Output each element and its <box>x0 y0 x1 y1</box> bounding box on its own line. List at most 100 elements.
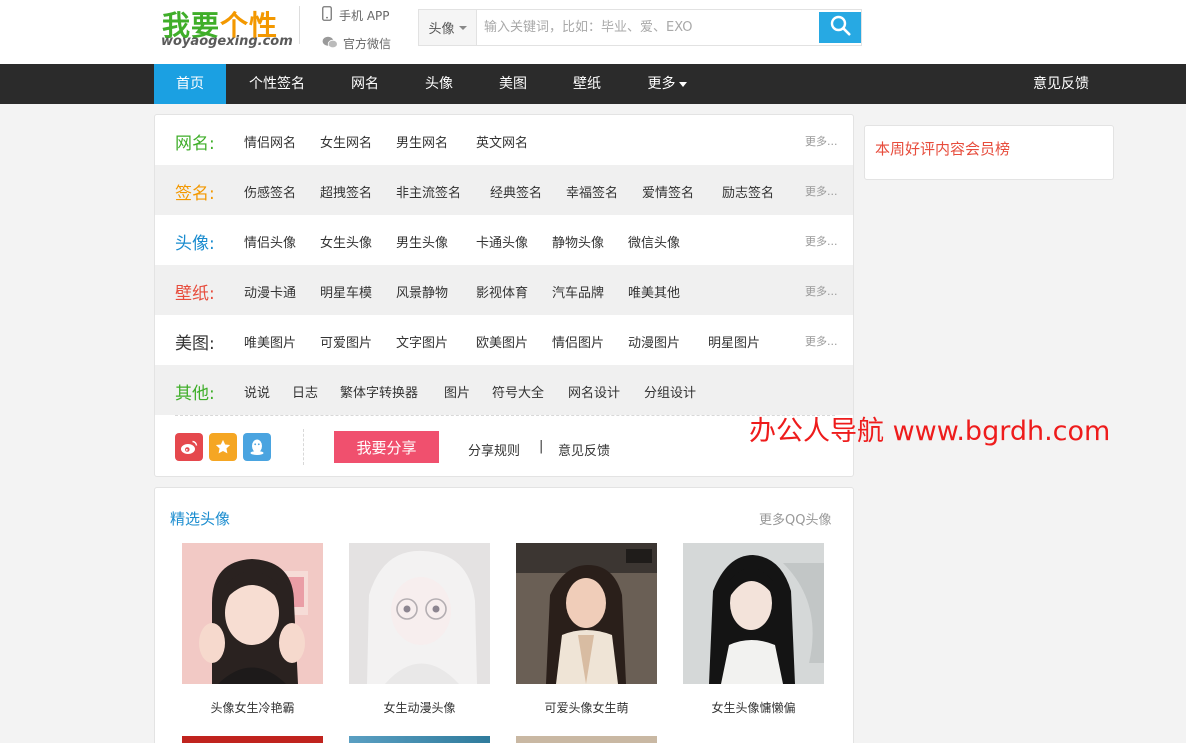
category-link[interactable]: 幸福签名 <box>566 182 618 201</box>
category-link[interactable]: 动漫卡通 <box>244 282 296 301</box>
category-link[interactable]: 明星图片 <box>708 332 760 351</box>
feedback-link[interactable]: 意见反馈 <box>558 440 610 459</box>
category-link[interactable]: 静物头像 <box>552 232 604 251</box>
category-link[interactable]: 情侣网名 <box>244 132 296 151</box>
chevron-down-icon <box>678 81 687 87</box>
nav-more-dropdown[interactable]: 更多 <box>639 64 695 104</box>
category-link[interactable]: 情侣头像 <box>244 232 296 251</box>
ranking-title: 本周好评内容会员榜 <box>875 140 1011 158</box>
category-link[interactable]: 爱情签名 <box>642 182 694 201</box>
nav-feedback[interactable]: 意见反馈 <box>1025 64 1097 104</box>
avatar-card[interactable]: 头像女生冷艳霸 <box>182 543 323 716</box>
wechat-icon <box>322 36 338 52</box>
category-link[interactable]: 符号大全 <box>492 382 544 401</box>
category-link[interactable]: 女生头像 <box>320 232 372 251</box>
avatar-caption: 可爱头像女生萌 <box>544 701 629 715</box>
nav-wallpapers[interactable]: 壁纸 <box>561 64 613 104</box>
search-button[interactable] <box>819 12 861 43</box>
category-link[interactable]: 明星车模 <box>320 282 372 301</box>
section-title: 精选头像 <box>170 510 231 528</box>
category-link[interactable]: 繁体字转换器 <box>340 382 418 401</box>
avatar-caption: 女生头像慵懒偏 <box>711 701 796 715</box>
category-link[interactable]: 可爱图片 <box>320 332 372 351</box>
mobile-app-link[interactable]: 手机 APP <box>322 6 390 24</box>
category-row-other: 其他: 说说 日志 繁体字转换器 图片 符号大全 网名设计 分组设计 <box>155 365 853 415</box>
divider <box>175 415 835 416</box>
share-rules-link[interactable]: 分享规则 <box>468 440 520 459</box>
nav-signatures[interactable]: 个性签名 <box>240 64 314 104</box>
category-link[interactable]: 伤感签名 <box>244 182 296 201</box>
category-link[interactable]: 情侣图片 <box>552 332 604 351</box>
avatar-thumbnail[interactable] <box>182 736 323 743</box>
share-divider <box>303 429 304 465</box>
category-link[interactable]: 男生网名 <box>396 132 448 151</box>
category-link[interactable]: 汽车品牌 <box>552 282 604 301</box>
category-link[interactable]: 文字图片 <box>396 332 448 351</box>
category-link[interactable]: 唯美图片 <box>244 332 296 351</box>
avatar-card[interactable]: 女生动漫头像 <box>349 543 490 716</box>
top-header: 我要个性 woyaogexing.com 手机 APP 官方微信 头像 <box>0 0 1186 64</box>
category-link[interactable]: 女生网名 <box>320 132 372 151</box>
avatar-thumbnail[interactable] <box>516 736 657 743</box>
avatar-card[interactable]: 可爱头像女生萌 <box>516 543 657 716</box>
nav-nicknames[interactable]: 网名 <box>339 64 391 104</box>
search-icon <box>830 15 851 40</box>
chevron-down-icon <box>458 25 467 30</box>
avatar-thumbnail[interactable] <box>349 736 490 743</box>
category-link[interactable]: 非主流签名 <box>396 182 461 201</box>
more-qq-avatars-link[interactable]: 更多QQ头像 <box>759 509 831 528</box>
category-link[interactable]: 微信头像 <box>628 232 680 251</box>
wechat-link[interactable]: 官方微信 <box>322 35 391 52</box>
category-row-nicknames: 网名: 情侣网名 女生网名 男生网名 英文网名 更多... <box>155 115 853 165</box>
category-link[interactable]: 英文网名 <box>476 132 528 151</box>
category-link[interactable]: 日志 <box>292 382 318 401</box>
category-row-signatures: 签名: 伤感签名 超拽签名 非主流签名 经典签名 幸福签名 爱情签名 励志签名 … <box>155 165 853 215</box>
category-title: 壁纸: <box>175 284 215 304</box>
weibo-icon[interactable] <box>175 433 203 461</box>
category-link[interactable]: 动漫图片 <box>628 332 680 351</box>
watermark-text: 办公人导航 www.bgrdh.com <box>749 416 1111 447</box>
category-row-wallpapers: 壁纸: 动漫卡通 明星车模 风景静物 影视体育 汽车品牌 唯美其他 更多... <box>155 265 853 315</box>
category-link[interactable]: 图片 <box>444 382 470 401</box>
nav-home[interactable]: 首页 <box>154 64 226 104</box>
category-link[interactable]: 经典签名 <box>490 182 542 201</box>
avatar-thumbnail <box>683 543 824 684</box>
category-link[interactable]: 卡通头像 <box>476 232 528 251</box>
avatar-caption: 女生动漫头像 <box>383 701 456 715</box>
category-link[interactable]: 分组设计 <box>644 382 696 401</box>
search-input[interactable] <box>484 10 814 45</box>
category-title: 其他: <box>175 384 215 404</box>
main-nav: 首页 个性签名 网名 头像 美图 壁纸 更多 意见反馈 <box>0 64 1186 104</box>
site-logo[interactable]: 我要个性 woyaogexing.com <box>160 4 293 54</box>
category-title: 头像: <box>175 234 215 254</box>
category-link[interactable]: 超拽签名 <box>320 182 372 201</box>
avatar-thumbnail <box>182 543 323 684</box>
share-button[interactable]: 我要分享 <box>334 431 439 463</box>
more-link[interactable]: 更多... <box>805 333 838 349</box>
more-link[interactable]: 更多... <box>805 283 838 299</box>
search-category-select[interactable]: 头像 <box>419 10 477 45</box>
featured-avatars-panel: 精选头像 更多QQ头像 头像女生冷艳霸 女生动漫头像 可爱头像女生萌 女生头像慵… <box>154 487 854 743</box>
qq-icon[interactable] <box>243 433 271 461</box>
more-link[interactable]: 更多... <box>805 183 838 199</box>
more-link[interactable]: 更多... <box>805 133 838 149</box>
category-row-avatars: 头像: 情侣头像 女生头像 男生头像 卡通头像 静物头像 微信头像 更多... <box>155 215 853 265</box>
more-link[interactable]: 更多... <box>805 233 838 249</box>
category-link[interactable]: 说说 <box>244 382 270 401</box>
category-link[interactable]: 男生头像 <box>396 232 448 251</box>
nav-avatars[interactable]: 头像 <box>413 64 465 104</box>
category-link[interactable]: 影视体育 <box>476 282 528 301</box>
star-icon[interactable] <box>209 433 237 461</box>
logo-domain: woyaogexing.com <box>161 34 293 49</box>
category-title: 签名: <box>175 184 215 204</box>
category-link[interactable]: 励志签名 <box>722 182 774 201</box>
category-link[interactable]: 风景静物 <box>396 282 448 301</box>
avatar-thumbnail <box>516 543 657 684</box>
category-title: 美图: <box>175 334 215 354</box>
category-link[interactable]: 唯美其他 <box>628 282 680 301</box>
nav-pictures[interactable]: 美图 <box>487 64 539 104</box>
category-title: 网名: <box>175 134 215 154</box>
category-link[interactable]: 网名设计 <box>568 382 620 401</box>
avatar-card[interactable]: 女生头像慵懒偏 <box>683 543 824 716</box>
category-link[interactable]: 欧美图片 <box>476 332 528 351</box>
